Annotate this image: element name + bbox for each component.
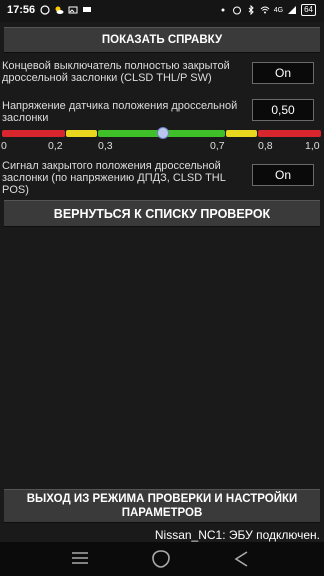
signal-icon xyxy=(288,6,297,14)
gauge-tick: 0,7 xyxy=(210,140,225,152)
gauge-zone xyxy=(66,130,97,137)
nav-bar xyxy=(0,542,324,576)
param-label-clsd-thl-sw: Концевой выключатель полностью закрытой … xyxy=(2,60,230,84)
gauge-tick: 0,2 xyxy=(48,140,63,152)
status-bar: 17:56 4G 64 xyxy=(0,0,324,22)
show-help-button[interactable]: ПОКАЗАТЬ СПРАВКУ xyxy=(4,27,320,53)
gauge-zone xyxy=(226,130,257,137)
battery-icon: 64 xyxy=(301,4,316,16)
gauge-zone xyxy=(2,130,65,137)
param-value-clsd-thl-pos: On xyxy=(252,164,314,186)
back-to-tests-button[interactable]: ВЕРНУТЬСЯ К СПИСКУ ПРОВЕРОК xyxy=(4,200,320,227)
param-label-tps-voltage: Напряжение датчика положения дроссельной… xyxy=(2,100,238,124)
whatsapp-icon xyxy=(40,5,50,15)
gauge-zone xyxy=(258,130,321,137)
wifi-icon xyxy=(260,6,270,14)
back-icon[interactable] xyxy=(232,549,252,569)
connection-status: Nissan_NC1: ЭБУ подключен. xyxy=(154,528,320,542)
menu-icon[interactable] xyxy=(70,549,90,567)
gauge-ticks: 0 0,2 0,3 0,7 0,8 1,0 xyxy=(0,140,324,152)
exit-test-mode-button[interactable]: ВЫХОД ИЗ РЕЖИМА ПРОВЕРКИ И НАСТРОЙКИ ПАР… xyxy=(4,489,320,523)
param-label-clsd-thl-pos: Сигнал закрытого положения дроссельной з… xyxy=(2,160,226,196)
weather-icon xyxy=(55,6,64,14)
notification-icons xyxy=(40,5,92,15)
network-type: 4G xyxy=(273,6,284,14)
param-value-tps-voltage: 0,50 xyxy=(252,99,314,121)
bluetooth-icon xyxy=(248,5,254,15)
alarm-icon xyxy=(232,6,241,15)
dot-icon xyxy=(221,8,225,12)
gauge-tick: 0,8 xyxy=(258,140,273,152)
gallery-icon xyxy=(68,6,78,14)
param-value-clsd-thl-sw: On xyxy=(252,62,314,84)
gauge-marker xyxy=(157,127,169,139)
gauge-tick: 1,0 xyxy=(305,140,320,152)
gauge-tick: 0,3 xyxy=(98,140,113,152)
home-icon[interactable] xyxy=(150,549,172,569)
system-icons: 4G 64 xyxy=(218,4,316,16)
status-time: 17:56 xyxy=(7,4,36,16)
gauge-tick: 0 xyxy=(1,140,7,152)
message-icon xyxy=(83,7,91,12)
